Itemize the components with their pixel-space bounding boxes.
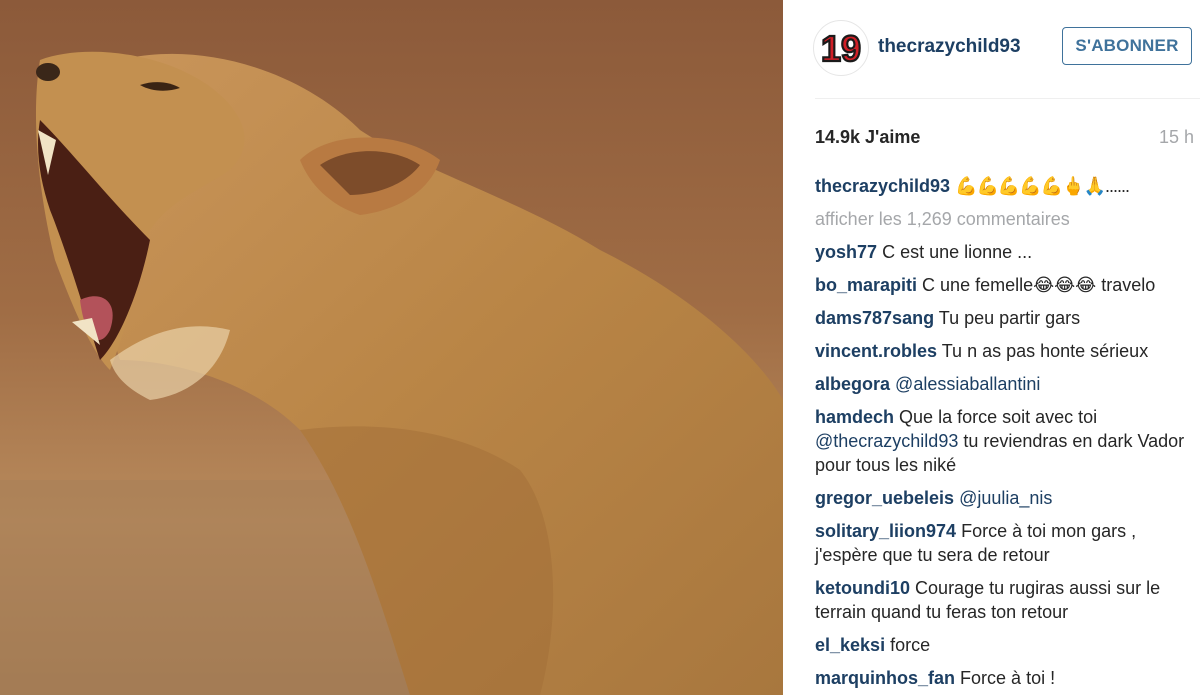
list-item: ketoundi10 Courage tu rugiras aussi sur …: [815, 576, 1195, 624]
post-timestamp[interactable]: 15 h: [1159, 127, 1194, 148]
comment-mention[interactable]: @juulia_nis: [959, 488, 1052, 508]
list-item: marquinhos_fan Force à toi !: [815, 666, 1195, 690]
avatar-jersey-icon: 19: [820, 27, 862, 70]
list-item: dams787sang Tu peu partir gars: [815, 306, 1195, 330]
list-item: el_keksi force: [815, 633, 1195, 657]
list-item: albegora @alessiaballantini: [815, 372, 1195, 396]
comment-username[interactable]: el_keksi: [815, 635, 885, 655]
svg-text:19: 19: [821, 28, 861, 69]
post-author-username[interactable]: thecrazychild93: [878, 36, 1021, 58]
user-avatar[interactable]: 19: [813, 20, 869, 76]
comment-username[interactable]: gregor_uebeleis: [815, 488, 954, 508]
caption-text: 💪💪💪💪💪🖕🙏......: [955, 176, 1130, 196]
follow-button[interactable]: S'ABONNER: [1062, 27, 1192, 65]
comment-username[interactable]: albegora: [815, 374, 890, 394]
comment-username[interactable]: vincent.robles: [815, 341, 937, 361]
list-item: yosh77 C est une lionne ...: [815, 240, 1195, 264]
list-item: solitary_liion974 Force à toi mon gars ,…: [815, 519, 1195, 567]
post-caption: thecrazychild93 💪💪💪💪💪🖕🙏......: [815, 174, 1195, 198]
comment-list: thecrazychild93 💪💪💪💪💪🖕🙏...... afficher l…: [815, 174, 1195, 695]
post-header: 19 thecrazychild93 S'ABONNER: [783, 0, 1200, 98]
comment-text: Que la force soit avec toi: [899, 407, 1098, 427]
comment-mention[interactable]: @thecrazychild93: [815, 431, 958, 451]
comment-text: C est une lionne ...: [882, 242, 1033, 262]
load-more-comments-link[interactable]: afficher les 1,269 commentaires: [815, 207, 1195, 231]
comment-mention[interactable]: @alessiaballantini: [895, 374, 1040, 394]
comment-text: Tu peu partir gars: [938, 308, 1081, 328]
caption-username[interactable]: thecrazychild93: [815, 176, 950, 196]
header-divider: [815, 98, 1200, 99]
comment-text: C une femelle😂😂😂 travelo: [922, 275, 1156, 295]
comment-username[interactable]: ketoundi10: [815, 578, 910, 598]
comment-text: Force à toi !: [960, 668, 1056, 688]
list-item: vincent.robles Tu n as pas honte sérieux: [815, 339, 1195, 363]
comment-username[interactable]: marquinhos_fan: [815, 668, 955, 688]
comment-username[interactable]: bo_marapiti: [815, 275, 917, 295]
comment-username[interactable]: dams787sang: [815, 308, 934, 328]
comment-username[interactable]: yosh77: [815, 242, 877, 262]
post-sidebar: 19 thecrazychild93 S'ABONNER 14.9k J'aim…: [783, 0, 1200, 695]
list-item: bo_marapiti C une femelle😂😂😂 travelo: [815, 273, 1195, 297]
lioness-photo: [0, 0, 783, 695]
comment-username[interactable]: hamdech: [815, 407, 894, 427]
comment-text: Tu n as pas honte sérieux: [941, 341, 1149, 361]
list-item: gregor_uebeleis @juulia_nis: [815, 486, 1195, 510]
comment-username[interactable]: solitary_liion974: [815, 521, 956, 541]
list-item: hamdech Que la force soit avec toi @thec…: [815, 405, 1195, 477]
like-count[interactable]: 14.9k J'aime: [815, 127, 920, 148]
post-photo[interactable]: [0, 0, 783, 695]
comment-text: force: [890, 635, 931, 655]
